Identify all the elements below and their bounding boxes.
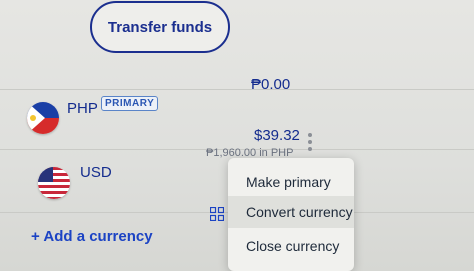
balance-php: ₱0.00 bbox=[251, 76, 291, 93]
more-options-icon[interactable] bbox=[301, 130, 319, 154]
us-flag-icon bbox=[38, 167, 70, 199]
currency-row-php[interactable]: PHP PRIMARY ₱0.00 bbox=[0, 76, 474, 150]
menu-item-close-currency[interactable]: Close currency bbox=[228, 230, 354, 262]
menu-item-make-primary[interactable]: Make primary bbox=[228, 166, 354, 198]
balance-usd: $39.32 bbox=[254, 127, 300, 144]
transfer-funds-label: Transfer funds bbox=[107, 18, 213, 36]
currency-code-usd: USD bbox=[80, 164, 112, 181]
convert-grid-icon bbox=[209, 206, 225, 222]
currency-code-php: PHP bbox=[67, 100, 98, 117]
wallet-screen: Transfer funds PHP PRIMARY ₱0.00 USD $39… bbox=[0, 0, 474, 271]
add-currency-link[interactable]: + Add a currency bbox=[31, 228, 153, 245]
transfer-funds-button[interactable]: Transfer funds bbox=[90, 1, 230, 53]
menu-item-convert-currency[interactable]: Convert currency bbox=[228, 196, 354, 228]
currency-context-menu: Make primary Convert currency Close curr… bbox=[228, 158, 354, 271]
primary-badge: PRIMARY bbox=[101, 96, 159, 111]
philippines-flag-icon bbox=[27, 102, 59, 134]
